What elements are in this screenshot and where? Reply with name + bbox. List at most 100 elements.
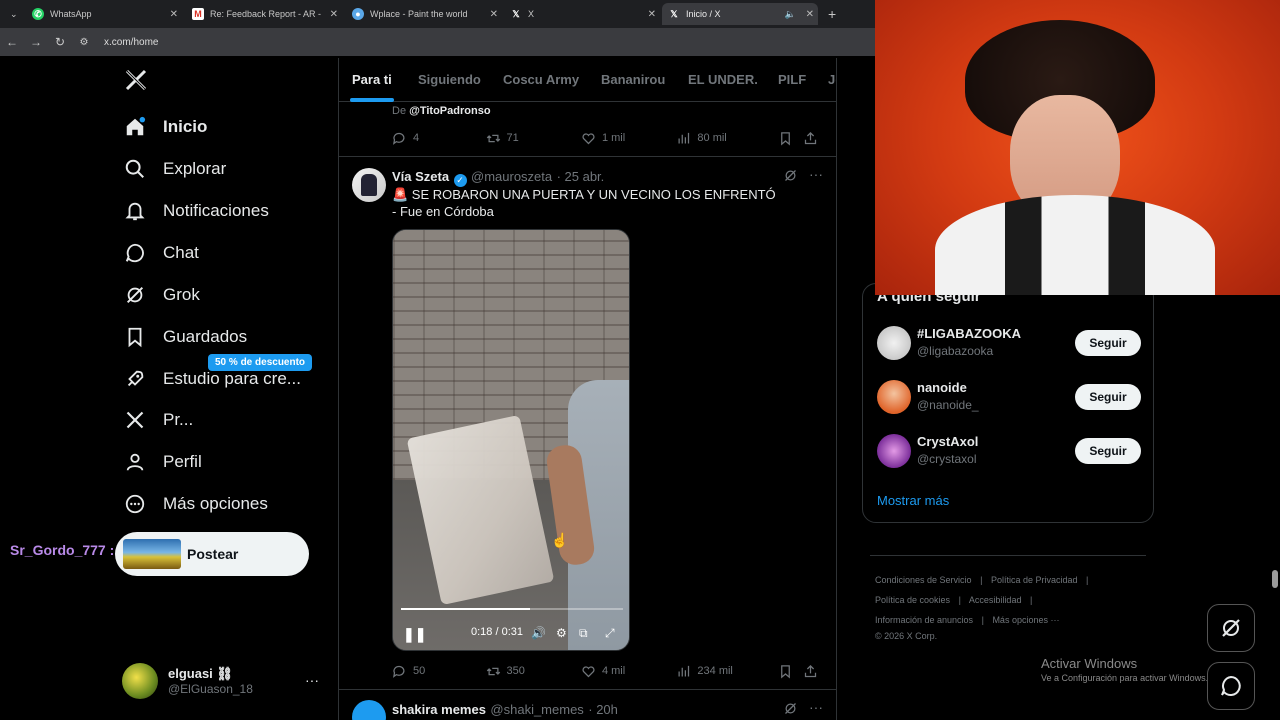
tab-el-under[interactable]: EL UNDER. (688, 72, 758, 87)
browser-tab-whatsapp[interactable]: ✆ WhatsApp ✕ (26, 3, 182, 25)
bookmark-button[interactable] (778, 664, 803, 679)
footer-link-terms[interactable]: Condiciones de Servicio (875, 575, 972, 585)
chat-bubble-icon (1221, 675, 1241, 696)
grok-icon[interactable] (783, 168, 798, 188)
chat-fab-button[interactable] (1207, 662, 1255, 710)
main-feed: Para ti Siguiendo Coscu Army Bananirou E… (338, 58, 837, 720)
follow-button[interactable]: Seguir (1075, 330, 1141, 356)
avatar (877, 434, 911, 468)
close-icon[interactable]: ✕ (170, 9, 178, 20)
profile-handle: @ElGuason_18 (168, 682, 253, 696)
fullscreen-icon[interactable]: ⤢ (605, 626, 615, 641)
tab-coscu-army[interactable]: Coscu Army (503, 72, 579, 87)
tab-label: Re: Feedback Report - AR - mai (210, 9, 322, 19)
author-name[interactable]: shakira memes (392, 702, 486, 717)
quoted-handle-link[interactable]: @TitoPadronso (409, 105, 490, 117)
more-icon[interactable]: ··· (809, 166, 823, 182)
more-icon[interactable]: ··· (809, 699, 823, 715)
footer-link-more[interactable]: Más opciones ··· (992, 615, 1059, 625)
close-icon[interactable]: ✕ (490, 9, 498, 20)
volume-icon[interactable]: 🔊 (531, 626, 546, 640)
sidebar-item-grok[interactable]: Grok (122, 277, 200, 313)
footer-link-accessibility[interactable]: Accesibilidad (969, 595, 1022, 605)
author-name[interactable]: Vía Szeta (392, 169, 449, 184)
tweet-time[interactable]: · 20h (588, 702, 618, 717)
tab-list-button[interactable]: ⌄ (4, 3, 22, 25)
tab-more[interactable]: J( (828, 72, 836, 87)
tab-pilf[interactable]: PILF (778, 72, 806, 87)
pause-icon[interactable]: ❚❚ (403, 626, 426, 643)
follow-suggestion[interactable]: CrystAxol @crystaxol Seguir (877, 434, 1143, 474)
back-icon[interactable]: ← (0, 35, 24, 49)
reply-button[interactable]: 4 (392, 131, 486, 146)
tweet-header: Vía Szeta ✓ @mauroszeta · 25 abr. (392, 168, 604, 187)
tweet-time[interactable]: · 25 abr. (557, 169, 605, 184)
repost-icon (486, 667, 500, 675)
repost-button[interactable]: 350 (486, 664, 581, 679)
sidebar-item-inicio[interactable]: Inicio (122, 109, 207, 145)
grok-fab-button[interactable] (1207, 604, 1255, 652)
sidebar-item-explorar[interactable]: Explorar (122, 151, 226, 187)
close-icon[interactable]: ✕ (806, 9, 814, 20)
author-handle[interactable]: @mauroszeta (471, 169, 552, 184)
tab-bananirou[interactable]: Bananirou (601, 72, 665, 87)
url-field[interactable]: x.com/home (104, 37, 158, 48)
close-icon[interactable]: ✕ (330, 9, 338, 20)
reply-button[interactable]: 50 (392, 664, 486, 679)
browser-tab-inicio[interactable]: 𝕏 Inicio / X 🔈 ✕ (662, 3, 818, 25)
avatar[interactable] (352, 700, 386, 720)
promo-badge[interactable]: 50 % de descuento (208, 354, 313, 371)
close-icon[interactable]: ✕ (648, 9, 656, 20)
tab-para-ti[interactable]: Para ti (352, 72, 392, 87)
x-logo-icon[interactable] (124, 68, 150, 94)
forward-icon[interactable]: → (24, 35, 48, 49)
share-button[interactable] (803, 131, 824, 146)
sidebar-item-perfil[interactable]: Perfil (122, 444, 202, 480)
footer-links: Condiciones de Servicio | Política de Pr… (875, 570, 1155, 642)
follow-button[interactable]: Seguir (1075, 438, 1141, 464)
sidebar-item-chat[interactable]: Chat (122, 235, 199, 271)
page-scrollbar-thumb[interactable] (1272, 570, 1278, 588)
reply-icon (393, 132, 405, 145)
like-button[interactable]: 4 mil (581, 664, 676, 679)
footer-link-ads[interactable]: Información de anuncios (875, 615, 973, 625)
share-button[interactable] (803, 664, 824, 679)
follow-suggestion[interactable]: #LIGABAZOOKA @ligabazooka Seguir (877, 326, 1143, 366)
avatar[interactable] (352, 168, 386, 202)
bell-icon (122, 198, 148, 224)
author-handle[interactable]: @shaki_memes (490, 702, 583, 717)
browser-tab-gmail[interactable]: M Re: Feedback Report - AR - mai ✕ (186, 3, 342, 25)
tab-siguiendo[interactable]: Siguiendo (418, 72, 481, 87)
show-more-link[interactable]: Mostrar más (877, 493, 949, 508)
speaker-icon[interactable]: 🔈 (785, 9, 796, 20)
reload-icon[interactable]: ↻ (48, 35, 72, 49)
site-info-icon[interactable]: ⚙ (72, 37, 96, 48)
footer-link-privacy[interactable]: Política de Privacidad (991, 575, 1078, 585)
grok-icon[interactable] (783, 701, 798, 720)
follow-suggestion[interactable]: nanoide @nanoide_ Seguir (877, 380, 1143, 420)
tweet-header: shakira memes @shaki_memes · 20h (392, 701, 618, 719)
pip-icon[interactable]: ⧉ (579, 626, 588, 641)
more-icon[interactable]: ··· (305, 672, 319, 688)
video-progress-bar[interactable] (401, 608, 623, 610)
sidebar-item-notificaciones[interactable]: Notificaciones (122, 193, 269, 229)
new-tab-button[interactable]: + (822, 3, 842, 25)
x-logo-icon: 𝕏 (512, 8, 520, 19)
sidebar-item-mas-opciones[interactable]: Más opciones (122, 486, 268, 522)
divider (339, 689, 836, 690)
post-button[interactable]: Postear (115, 532, 309, 576)
sidebar-item-premium[interactable]: Pr... (122, 402, 193, 438)
views-button[interactable]: 80 mil (676, 131, 777, 146)
repost-button[interactable]: 71 (486, 131, 581, 146)
video-player[interactable]: ❚❚ 0:18 / 0:31 🔊 ⚙ ⧉ ⤢ (392, 229, 630, 651)
browser-tab-x[interactable]: 𝕏 X ✕ (504, 3, 660, 25)
account-switcher[interactable]: elguasi ⛓ @ElGuason_18 (122, 662, 253, 700)
sidebar-item-guardados[interactable]: Guardados (122, 319, 247, 355)
follow-button[interactable]: Seguir (1075, 384, 1141, 410)
views-button[interactable]: 234 mil (676, 664, 777, 679)
footer-link-cookies[interactable]: Política de cookies (875, 595, 950, 605)
browser-tab-wplace[interactable]: ● Wplace - Paint the world ✕ (346, 3, 502, 25)
settings-icon[interactable]: ⚙ (556, 626, 567, 640)
bookmark-button[interactable] (778, 131, 803, 146)
like-button[interactable]: 1 mil (581, 131, 676, 146)
